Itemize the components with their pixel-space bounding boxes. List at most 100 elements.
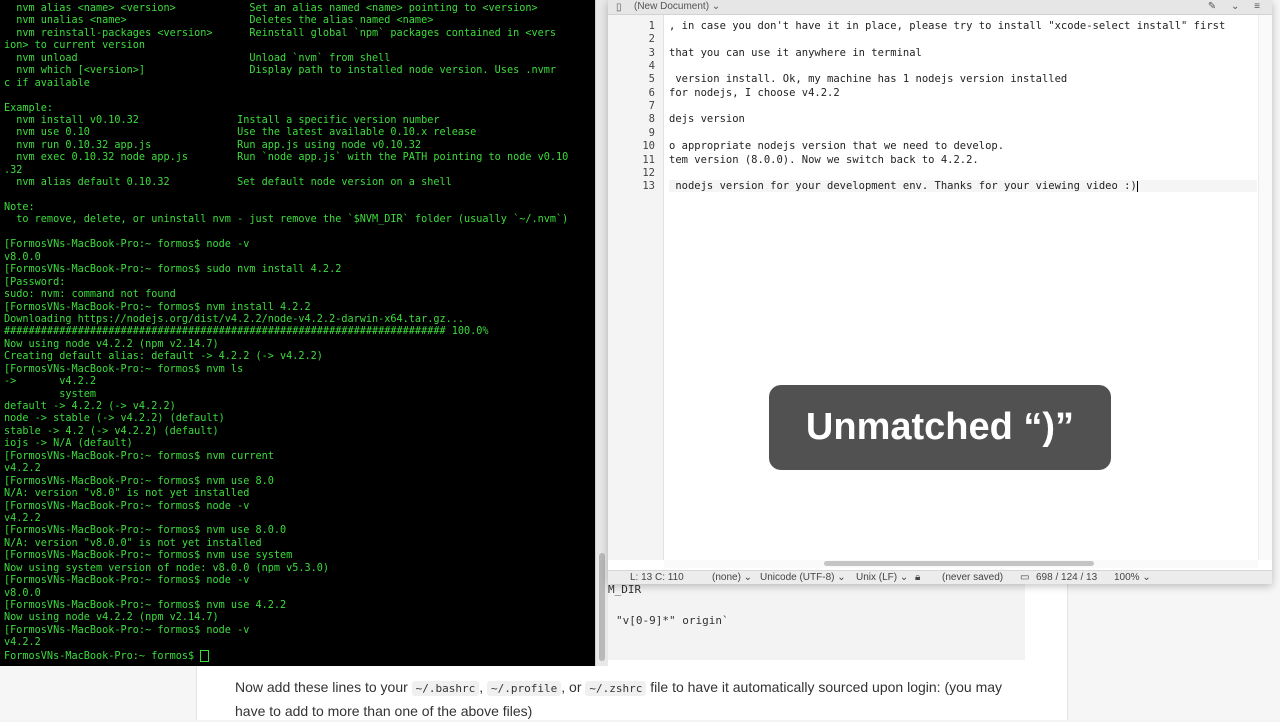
cursor-position[interactable]: L: 13 C: 110 [630, 572, 684, 583]
background-code-fragment: M_DIR [608, 583, 642, 596]
inline-code-zshrc: ~/.zshrc [585, 681, 647, 696]
background-code-block: M_DIR "v[0-9]*" origin` [600, 582, 1025, 660]
terminal-scrollbar-thumb[interactable] [599, 553, 605, 661]
syntax-mode-select[interactable]: (none) ⌄ [712, 572, 752, 583]
editor-line[interactable]: for nodejs, I choose v4.2.2 [669, 87, 840, 99]
terminal-line: N/A: version "v8.0.0" is not yet install… [4, 537, 262, 549]
terminal-line: [FormosVNs-MacBook-Pro:~ formos$ node -v [4, 239, 250, 251]
editor-line-text: version install. Ok, my machine has 1 no… [669, 73, 1068, 86]
inline-code-profile: ~/.profile [487, 681, 562, 696]
unmatched-paren-overlay: Unmatched “)” [769, 385, 1111, 470]
line-number: 8 [648, 113, 655, 126]
terminal-line: [FormosVNs-MacBook-Pro:~ formos$ nvm use… [4, 550, 293, 562]
lock-icon[interactable]: 🔒︎ [915, 572, 920, 583]
terminal-line: to remove, delete, or uninstall nvm - ju… [4, 214, 569, 226]
terminal-line: ########################################… [4, 326, 489, 338]
line-number: 11 [642, 153, 655, 166]
editor-line-text: , in case you don't have it in place, pl… [669, 20, 1226, 32]
terminal-line: nvm run 0.10.32 app.js Run app.js using … [4, 139, 422, 151]
line-number: 12 [642, 166, 655, 179]
terminal-line: v8.0.0 [4, 251, 41, 263]
terminal-line: [FormosVNs-MacBook-Pro:~ formos$ nvm use… [4, 475, 274, 487]
editor-line-text: for nodejs, I choose v4.2.2 [669, 86, 840, 99]
overlay-message: Unmatched “)” [805, 406, 1075, 448]
editor-line[interactable]: o appropriate nodejs version that we nee… [669, 140, 1004, 152]
terminal-line: Now using system version of node: v8.0.0… [4, 562, 330, 574]
background-paragraph: Now add these lines to your ~/.bashrc, ~… [235, 679, 1003, 719]
line-endings-select[interactable]: Unix (LF) ⌄ [856, 572, 908, 583]
line-number: 1 [648, 20, 655, 32]
terminal-window[interactable]: nvm alias <name> <version> Set an alias … [0, 0, 595, 666]
terminal-scrollbar[interactable] [595, 0, 608, 666]
line-number-gutter: 1 2 3 4 5 6 7 8 9 10 11 12 13 [608, 15, 664, 560]
editor-line[interactable]: , in case you don't have it in place, pl… [669, 20, 1225, 32]
terminal-line: iojs -> N/A (default) [4, 438, 133, 450]
terminal-line: [FormosVNs-MacBook-Pro:~ formos$ nvm use… [4, 525, 287, 537]
terminal-line: v8.0.0 [4, 587, 41, 599]
terminal-line: default -> 4.2.2 (-> v4.2.2) [4, 401, 176, 412]
editor-line-text: tem version (8.0.0). Now we switch back … [669, 153, 979, 166]
editor-horizontal-scrollbar[interactable] [664, 560, 1258, 568]
terminal-line: Now using node v4.2.2 (npm v2.14.7) [4, 612, 219, 624]
editor-line[interactable]: version install. Ok, my machine has 1 no… [669, 73, 1067, 85]
terminal-output: nvm alias <name> <version> Set an alias … [4, 3, 568, 662]
zoom-select[interactable]: 100% ⌄ [1114, 572, 1151, 583]
line-number: 9 [648, 126, 655, 139]
terminal-line: [FormosVNs-MacBook-Pro:~ formos$ nvm use… [4, 600, 287, 611]
editor-line-text: that you can use it anywhere in terminal [669, 46, 922, 59]
terminal-line: [FormosVNs-MacBook-Pro:~ formos$ sudo nv… [4, 264, 342, 276]
terminal-line: system [4, 388, 97, 400]
terminal-line: nvm which [<version>] Display path to in… [4, 65, 557, 77]
terminal-line: nvm unload Unload `nvm` from shell [4, 52, 391, 64]
terminal-line: nvm use 0.10 Use the latest available 0.… [4, 127, 477, 139]
terminal-line: v4.2.2 [4, 463, 41, 475]
terminal-prompt: FormosVNs-MacBook-Pro:~ formos$ [4, 650, 201, 662]
editor-line[interactable]: dejs version [669, 113, 745, 125]
editor-vertical-scrollbar[interactable] [1258, 15, 1272, 560]
terminal-line: [Password: [4, 276, 66, 288]
text-caret [1136, 180, 1138, 192]
inline-code-bashrc: ~/.bashrc [411, 681, 480, 696]
line-number: 3 [648, 46, 655, 59]
terminal-line: .32 [4, 164, 23, 176]
terminal-line: nvm alias default 0.10.32 Set default no… [4, 177, 452, 189]
editor-line[interactable]: tem version (8.0.0). Now we switch back … [669, 154, 979, 166]
editor-status-bar: L: 13 C: 110 (none) ⌄ Unicode (UTF-8) ⌄ … [608, 570, 1272, 584]
text-editor-window[interactable]: ▯ (New Document) ⌄ ✎ ⌄ ≡ 1 2 3 4 5 6 7 8 9 10 11 12… [608, 0, 1272, 584]
line-number: 7 [648, 100, 655, 113]
terminal-line: stable -> 4.2 (-> v4.2.2) (default) [4, 425, 219, 437]
background-code-fragment: "v[0-9]*" origin` [616, 614, 729, 627]
terminal-cursor [200, 649, 210, 662]
terminal-line: Note: [4, 202, 35, 213]
terminal-line: nvm alias <name> <version> Set an alias … [4, 3, 538, 14]
line-number: 2 [648, 33, 655, 46]
terminal-prompt-line[interactable]: FormosVNs-MacBook-Pro:~ formos$ [4, 649, 568, 662]
editor-current-line[interactable]: nodejs version for your development env.… [669, 180, 1257, 193]
terminal-line: nvm reinstall-packages <version> Reinsta… [4, 27, 557, 39]
line-number: 5 [648, 73, 655, 86]
encoding-select[interactable]: Unicode (UTF-8) ⌄ [760, 572, 846, 583]
terminal-line: [FormosVNs-MacBook-Pro:~ formos$ node -v [4, 624, 250, 636]
terminal-line: [FormosVNs-MacBook-Pro:~ formos$ nvm cur… [4, 450, 274, 462]
terminal-line: [FormosVNs-MacBook-Pro:~ formos$ node -v [4, 575, 250, 587]
editor-line[interactable]: that you can use it anywhere in terminal [669, 47, 922, 59]
terminal-line: nvm exec 0.10.32 node app.js Run `node a… [4, 152, 569, 164]
terminal-line: c if available [4, 77, 90, 89]
editor-text-area[interactable]: , in case you don't have it in place, pl… [668, 15, 1258, 560]
line-number: 6 [648, 86, 655, 99]
terminal-line: v4.2.2 [4, 512, 41, 524]
editor-line-text: nodejs version for your development env.… [669, 180, 1137, 193]
terminal-line: N/A: version "v8.0" is not yet installed [4, 488, 250, 500]
document-stats: 698 / 124 / 13 [1036, 572, 1098, 583]
line-number: 10 [642, 140, 655, 153]
document-title[interactable]: (New Document) ⌄ [634, 1, 720, 12]
terminal-line: Example: [4, 102, 54, 114]
save-status: (never saved) [942, 572, 1004, 583]
editor-horizontal-scrollbar-thumb[interactable] [824, 561, 1094, 566]
terminal-line: v4.2.2 [4, 637, 41, 649]
editor-toolbar-icons[interactable]: ✎ ⌄ ≡ [1208, 1, 1266, 12]
editor-line-text: o appropriate nodejs version that we nee… [669, 140, 1005, 153]
terminal-line: nvm install v0.10.32 Install a specific … [4, 114, 440, 126]
